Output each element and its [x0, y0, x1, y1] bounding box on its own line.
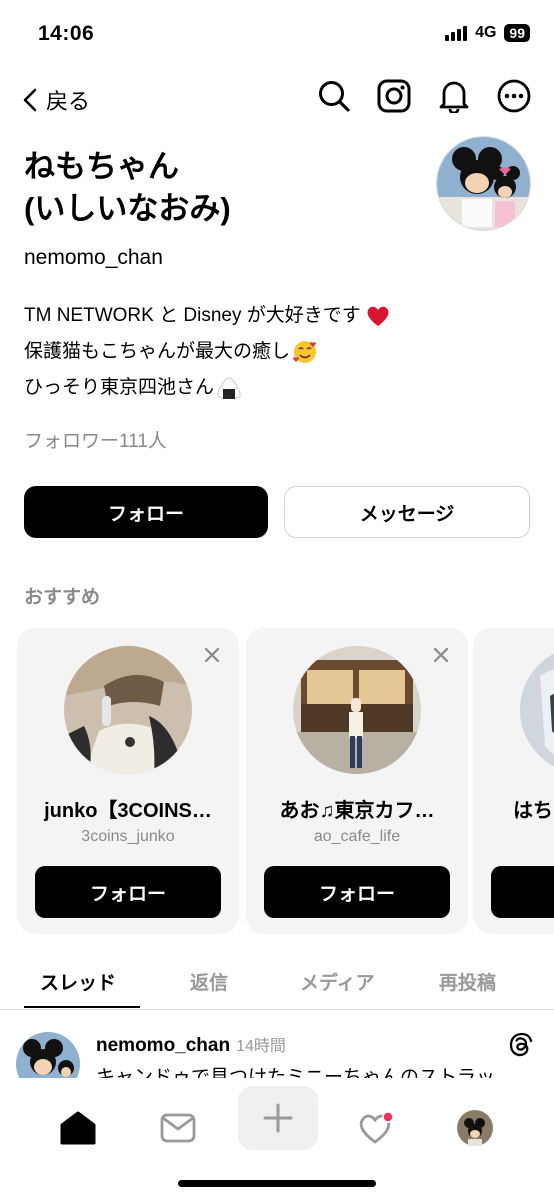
- suggestion-name: あお♫東京カフ…: [279, 800, 435, 822]
- profile-tab-avatar[interactable]: [445, 1098, 505, 1158]
- close-icon[interactable]: [430, 644, 452, 666]
- bio-text: 保護猫もこちゃんが最大の癒し: [24, 341, 291, 362]
- status-indicators: 4G 99: [445, 24, 530, 42]
- profile-avatar[interactable]: [436, 136, 531, 231]
- onigiri-icon: [217, 377, 241, 399]
- tab-threads[interactable]: スレッド: [40, 968, 116, 995]
- back-button[interactable]: 戻る: [22, 84, 90, 116]
- suggestion-follow-button[interactable]: フォロー: [264, 866, 450, 918]
- top-nav: 戻る: [0, 72, 554, 126]
- plus-icon: [263, 1103, 293, 1133]
- chevron-left-icon: [23, 88, 37, 112]
- message-button[interactable]: メッセージ: [284, 486, 530, 538]
- network-label: 4G: [475, 24, 497, 41]
- post-text: キャンドゥで見つけたミニーちゃんのストラッ: [96, 1067, 496, 1078]
- suggestion-handle: 3coins_junko: [81, 828, 175, 845]
- profile-username: nemomo_chan: [24, 246, 163, 269]
- suggestion-follow-button[interactable]: フ: [491, 866, 554, 918]
- suggestion-follow-button[interactable]: フォロー: [35, 866, 221, 918]
- back-label: 戻る: [46, 89, 91, 114]
- suggestion-card[interactable]: junko【3COINS… 3coins_junko フォロー: [17, 628, 239, 934]
- profile-display-name: ねもちゃん (いしいなおみ): [24, 146, 231, 230]
- heart-emoji-icon: [367, 306, 389, 326]
- inbox-icon[interactable]: [148, 1098, 208, 1158]
- profile-bio: TM NETWORK と Disney が大好きです 保護猫もこちゃんが最大の癒…: [24, 298, 391, 406]
- follow-button[interactable]: フォロー: [24, 486, 268, 538]
- search-icon[interactable]: [316, 78, 352, 114]
- suggestion-avatar[interactable]: [64, 646, 192, 774]
- follower-count[interactable]: フォロワー111人: [24, 426, 167, 453]
- suggestion-avatar[interactable]: [520, 646, 554, 774]
- battery-icon: 99: [504, 24, 530, 42]
- post-username[interactable]: nemomo_chan: [96, 1035, 230, 1056]
- suggestion-name: junko【3COINS…: [44, 800, 212, 822]
- threads-logo-icon: [509, 1032, 533, 1057]
- bio-text: TM NETWORK と Disney が大好きです: [24, 305, 361, 326]
- more-icon[interactable]: [496, 78, 532, 114]
- tab-replies[interactable]: 返信: [190, 968, 228, 995]
- bell-icon[interactable]: [436, 78, 472, 114]
- bio-line: 保護猫もこちゃんが最大の癒し: [24, 334, 391, 370]
- post-avatar[interactable]: [16, 1032, 80, 1078]
- profile-tabs: スレッド 返信 メディア 再投稿: [0, 960, 554, 1010]
- display-name-line2: (いしいなおみ): [24, 191, 231, 226]
- instagram-icon[interactable]: [376, 78, 412, 114]
- suggestion-avatar[interactable]: [293, 646, 421, 774]
- post-timestamp: 14時間: [236, 1038, 286, 1055]
- smiling-face-hearts-icon: [293, 341, 317, 363]
- bio-line: TM NETWORK と Disney が大好きです: [24, 298, 391, 334]
- profile-actions: フォロー メッセージ: [24, 486, 530, 538]
- status-bar: 14:06 4G 99: [0, 0, 554, 62]
- status-time: 14:06: [38, 22, 95, 45]
- create-post-button[interactable]: [238, 1086, 318, 1150]
- bio-text: ひっそり東京四池さん: [24, 377, 215, 398]
- bio-line: ひっそり東京四池さん: [24, 370, 391, 406]
- suggestions-carousel[interactable]: junko【3COINS… 3coins_junko フォロー あお♫東京カフ……: [17, 628, 554, 934]
- tab-reposts[interactable]: 再投稿: [439, 968, 496, 995]
- home-indicator: [178, 1180, 376, 1187]
- home-icon[interactable]: [48, 1098, 108, 1158]
- suggestions-title: おすすめ: [24, 587, 101, 608]
- signal-icon: [445, 25, 468, 41]
- post-header: nemomo_chan 14時間: [96, 1032, 286, 1057]
- active-tab-indicator: [24, 1006, 140, 1008]
- suggestion-card[interactable]: はちみ フ: [473, 628, 554, 934]
- close-icon[interactable]: [201, 644, 223, 666]
- suggestion-card[interactable]: あお♫東京カフ… ao_cafe_life フォロー: [246, 628, 468, 934]
- post-item[interactable]: nemomo_chan 14時間 キャンドゥで見つけたミニーちゃんのストラッ: [0, 1018, 554, 1078]
- suggestion-handle: ao_cafe_life: [313, 828, 401, 845]
- tab-media[interactable]: メディア: [300, 968, 375, 995]
- suggestion-name: はちみ: [513, 800, 554, 822]
- activity-icon[interactable]: [346, 1098, 406, 1158]
- display-name-line1: ねもちゃん: [24, 149, 179, 184]
